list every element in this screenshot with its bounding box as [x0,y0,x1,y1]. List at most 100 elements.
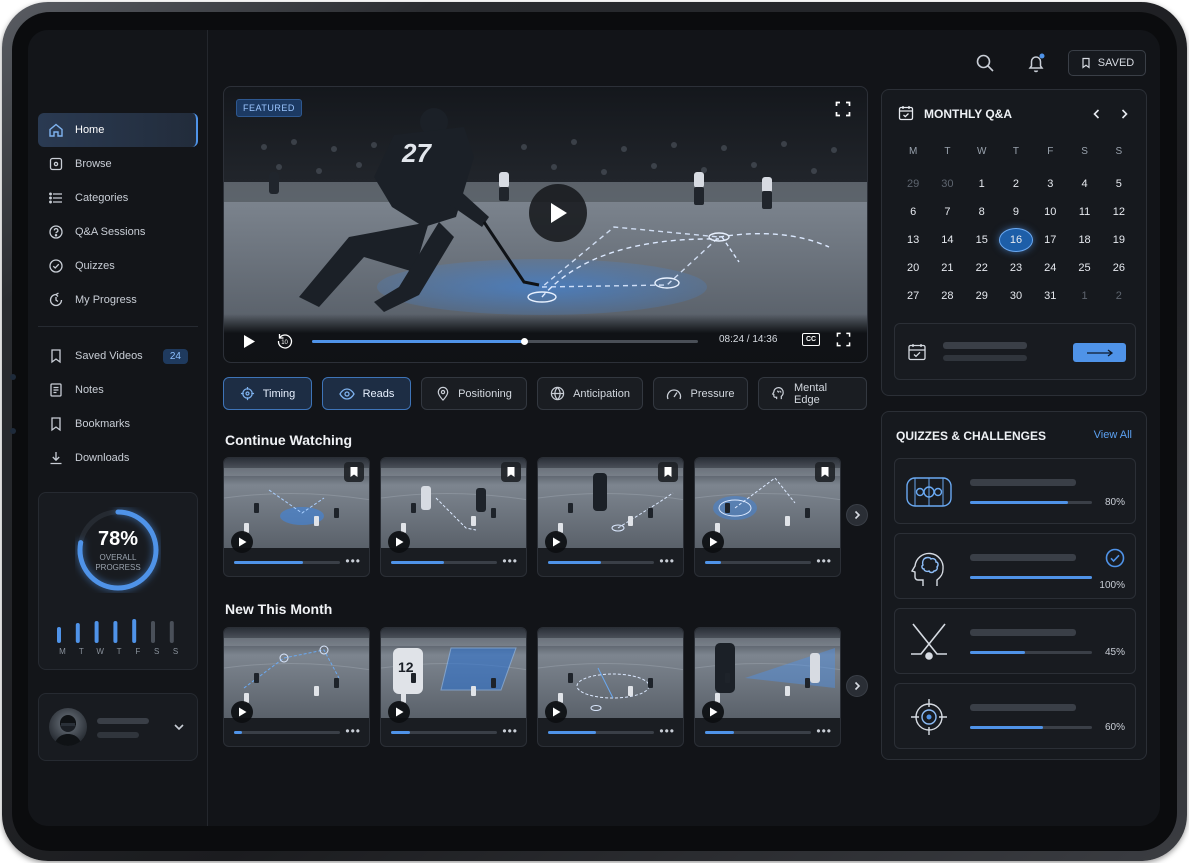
calendar-day[interactable]: 3 [1033,178,1067,190]
play-icon[interactable] [231,701,253,723]
calendar-day[interactable]: 31 [1033,290,1067,302]
play-icon[interactable] [702,531,724,553]
calendar-day[interactable]: 1 [965,178,999,190]
calendar-day[interactable]: 30 [999,290,1033,302]
play-icon[interactable] [702,701,724,723]
calendar-day[interactable]: 14 [930,234,964,246]
quiz-item[interactable]: 45% [894,608,1136,674]
calendar-day[interactable]: 28 [930,290,964,302]
video-card[interactable]: ••• [223,627,370,747]
new-this-month-next-button[interactable] [846,675,868,697]
video-card[interactable]: ••• [537,457,684,577]
quiz-item[interactable]: 100% [894,533,1136,599]
calendar-day[interactable]: 29 [896,178,930,190]
more-options-icon[interactable]: ••• [816,724,832,738]
calendar-day[interactable]: 10 [1033,206,1067,218]
bookmark-icon[interactable] [344,462,364,482]
calendar-day[interactable]: 24 [1033,262,1067,274]
saved-button[interactable]: SAVED [1068,50,1146,76]
more-options-icon[interactable]: ••• [659,724,675,738]
chip-reads[interactable]: Reads [322,377,411,410]
calendar-day[interactable]: 12 [1102,206,1136,218]
chip-mental-edge[interactable]: Mental Edge [758,377,867,410]
nav-item-home[interactable]: Home [38,113,198,147]
calendar-day[interactable]: 20 [896,262,930,274]
video-card[interactable]: ••• [380,457,527,577]
calendar-day[interactable]: 6 [896,206,930,218]
bookmark-icon[interactable] [658,462,678,482]
calendar-day[interactable]: 15 [965,234,999,246]
nav-item-qa-sessions[interactable]: Q&A Sessions [38,215,198,249]
calendar-day[interactable]: 16 [998,228,1034,252]
chevron-right-icon[interactable] [1118,107,1130,125]
calendar-day[interactable]: 8 [965,206,999,218]
calendar-day[interactable]: 18 [1067,234,1101,246]
calendar-day[interactable]: 26 [1102,262,1136,274]
calendar-day[interactable]: 22 [965,262,999,274]
calendar-day[interactable]: 4 [1067,178,1101,190]
chip-positioning[interactable]: Positioning [421,377,527,410]
play-icon[interactable] [388,531,410,553]
play-button[interactable] [529,184,587,242]
calendar-day[interactable]: 2 [999,178,1033,190]
chip-anticipation[interactable]: Anticipation [537,377,643,410]
video-card[interactable]: ••• [223,457,370,577]
calendar-day[interactable]: 11 [1067,206,1101,218]
chevron-left-icon[interactable] [1091,107,1103,125]
more-options-icon[interactable]: ••• [816,554,832,568]
join-session-button[interactable] [1073,343,1126,362]
calendar-day[interactable]: 21 [930,262,964,274]
more-options-icon[interactable]: ••• [345,724,361,738]
more-options-icon[interactable]: ••• [659,554,675,568]
quiz-item[interactable]: 60% [894,683,1136,749]
calendar-day[interactable]: 23 [999,262,1033,274]
calendar-day[interactable]: 25 [1067,262,1101,274]
nav-item-browse[interactable]: Browse [38,147,198,181]
view-all-link[interactable]: View All [1094,429,1132,441]
nav-item-notes[interactable]: Notes [38,373,198,407]
bookmark-icon[interactable] [501,462,521,482]
calendar-day[interactable]: 5 [1102,178,1136,190]
calendar-day[interactable]: 29 [965,290,999,302]
fullscreen-icon[interactable] [835,101,851,122]
video-card[interactable]: ••• [694,627,841,747]
nav-item-bookmarks[interactable]: Bookmarks [38,407,198,441]
calendar-day[interactable]: 1 [1067,290,1101,302]
notification-bell-icon[interactable] [1025,52,1047,74]
video-progress-bar[interactable] [312,338,698,345]
bookmark-icon[interactable] [815,462,835,482]
more-options-icon[interactable]: ••• [502,724,518,738]
calendar-day[interactable]: 17 [1033,234,1067,246]
nav-item-downloads[interactable]: Downloads [38,441,198,475]
featured-video-player[interactable]: 27 FEATURED 10 08:24 / 14:36 CC [223,86,868,363]
chip-pressure[interactable]: Pressure [653,377,748,410]
nav-item-my-progress[interactable]: My Progress [38,283,198,317]
chip-timing[interactable]: Timing [223,377,312,410]
more-options-icon[interactable]: ••• [345,554,361,568]
nav-item-categories[interactable]: Categories [38,181,198,215]
video-card[interactable]: ••• [694,457,841,577]
search-icon[interactable] [974,52,996,74]
nav-item-quizzes[interactable]: Quizzes [38,249,198,283]
video-scrubber-handle[interactable] [521,338,529,345]
chevron-down-icon[interactable] [172,720,186,739]
captions-icon[interactable]: CC [802,333,820,346]
play-icon[interactable] [242,334,256,354]
profile-card[interactable] [38,693,198,761]
play-icon[interactable] [545,701,567,723]
video-card[interactable]: 12 ••• [380,627,527,747]
fullscreen-icon[interactable] [836,332,851,352]
play-icon[interactable] [231,531,253,553]
play-icon[interactable] [545,531,567,553]
calendar-today[interactable]: 16 [998,228,1034,252]
calendar-day[interactable]: 30 [930,178,964,190]
more-options-icon[interactable]: ••• [502,554,518,568]
video-card[interactable]: ••• [537,627,684,747]
calendar-day[interactable]: 2 [1102,290,1136,302]
calendar-day[interactable]: 19 [1102,234,1136,246]
rewind-10-icon[interactable]: 10 [276,332,294,355]
continue-watching-next-button[interactable] [846,504,868,526]
calendar-day[interactable]: 7 [930,206,964,218]
calendar-day[interactable]: 9 [999,206,1033,218]
calendar-day[interactable]: 27 [896,290,930,302]
